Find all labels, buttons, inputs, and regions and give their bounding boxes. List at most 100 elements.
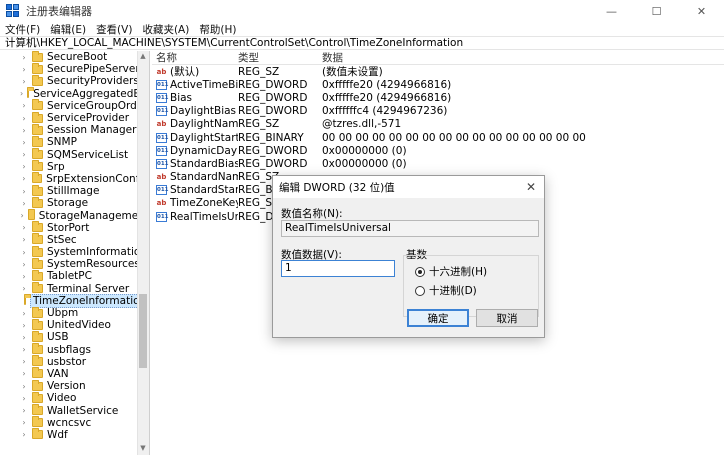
expand-chevron-icon[interactable]: › (20, 187, 28, 196)
expand-chevron-icon[interactable]: › (20, 248, 28, 257)
expand-chevron-icon[interactable]: › (20, 53, 28, 62)
value-data-input[interactable]: 1 (281, 260, 395, 277)
expand-chevron-icon[interactable]: › (20, 114, 28, 123)
tree-item[interactable]: › Storage (0, 196, 149, 209)
expand-chevron-icon[interactable]: › (20, 89, 23, 98)
value-row[interactable]: 011DynamicDaylig...REG_DWORD 0x00000000 (… (152, 144, 724, 157)
tree-item[interactable]: › ServiceAggregatedEver (0, 87, 149, 100)
expand-chevron-icon[interactable]: › (20, 199, 28, 208)
expand-chevron-icon[interactable]: › (20, 235, 28, 244)
tree-item[interactable]: › Version (0, 379, 149, 392)
expand-chevron-icon[interactable]: › (20, 345, 28, 354)
tree-item[interactable]: › ServiceProvider (0, 111, 149, 124)
close-button[interactable]: ✕ (679, 0, 724, 22)
menu-edit[interactable]: 编辑(E) (50, 22, 86, 37)
expand-chevron-icon[interactable]: › (20, 211, 24, 220)
tree-item[interactable]: › StorPort (0, 221, 149, 234)
value-row[interactable]: ab DaylightName REG_SZ @tzres.dll,-571 (152, 118, 724, 131)
expand-chevron-icon[interactable]: › (20, 162, 28, 171)
tree-item[interactable]: › WalletService (0, 404, 149, 417)
scroll-down-icon[interactable]: ▼ (137, 443, 149, 453)
radio-hex[interactable]: 十六进制(H) (415, 264, 487, 279)
menu-view[interactable]: 查看(V) (96, 22, 132, 37)
tree-item[interactable]: › Session Manager (0, 123, 149, 136)
tree-item[interactable]: › SystemResources (0, 257, 149, 270)
tree-item[interactable]: › UnitedVideo (0, 318, 149, 331)
value-name: RealTimeIsUniv... (170, 210, 238, 223)
tree-item[interactable]: › Video (0, 391, 149, 404)
folder-icon (32, 257, 43, 269)
tree-item[interactable]: › wcncsvc (0, 416, 149, 429)
title-bar: 注册表编辑器 — ☐ ✕ (0, 0, 724, 22)
expand-chevron-icon[interactable]: › (20, 394, 28, 403)
menu-file[interactable]: 文件(F) (5, 22, 40, 37)
expand-chevron-icon[interactable]: › (20, 309, 28, 318)
value-name-field[interactable]: RealTimeIsUniversal (281, 220, 539, 237)
ok-button[interactable]: 确定 (407, 309, 469, 327)
expand-chevron-icon[interactable]: › (20, 174, 28, 183)
header-type[interactable]: 类型 (238, 51, 322, 65)
tree-item[interactable]: › SecurityProviders (0, 74, 149, 87)
tree-item[interactable]: TimeZoneInformation (0, 293, 149, 308)
scroll-up-icon[interactable]: ▲ (137, 51, 149, 61)
expand-chevron-icon[interactable]: › (20, 333, 28, 342)
tree-item[interactable]: › usbflags (0, 343, 149, 356)
tree-scrollbar-thumb[interactable] (139, 294, 147, 368)
menu-favorites[interactable]: 收藏夹(A) (142, 22, 189, 37)
tree-item[interactable]: › Wdf (0, 428, 149, 441)
value-row[interactable]: 011 DaylightBias REG_DWORD 0xffffffc4 (4294… (152, 105, 724, 118)
tree-item[interactable]: › Ubpm (0, 306, 149, 319)
expand-chevron-icon[interactable]: › (20, 321, 28, 330)
tree-item[interactable]: › StSec (0, 233, 149, 246)
registry-tree[interactable]: › SecureBoot › SecurePipeServers › SecurityPr… (0, 51, 150, 455)
value-row[interactable]: 011 DaylightStart REG_BINARY 00 00 00 00 00… (152, 131, 724, 144)
expand-chevron-icon[interactable]: › (20, 406, 28, 415)
maximize-button[interactable]: ☐ (634, 0, 679, 22)
expand-chevron-icon[interactable]: › (20, 430, 28, 439)
address-bar[interactable]: 计算机\HKEY_LOCAL_MACHINE\SYSTEM\CurrentCon… (0, 36, 724, 50)
tree-item[interactable]: › TabletPC (0, 269, 149, 282)
expand-chevron-icon[interactable]: › (20, 150, 28, 159)
tree-scrollbar[interactable] (137, 51, 149, 455)
tree-item[interactable]: › StorageManagement (0, 209, 149, 222)
expand-chevron-icon[interactable]: › (20, 357, 28, 366)
minimize-button[interactable]: — (589, 0, 634, 22)
expand-chevron-icon[interactable]: › (20, 418, 28, 427)
expand-chevron-icon[interactable]: › (20, 260, 28, 269)
value-row[interactable]: 011 StandardBias REG_DWORD 0x00000000 (0) (152, 157, 724, 170)
value-row[interactable]: 011 Bias REG_DWORD 0xfffffe20 (4294966816) (152, 91, 724, 104)
radio-hex-indicator[interactable] (415, 266, 425, 277)
expand-chevron-icon[interactable]: › (20, 272, 28, 281)
expand-chevron-icon[interactable]: › (20, 284, 28, 293)
tree-item[interactable]: › SQMServiceList (0, 148, 149, 161)
dialog-close-icon[interactable]: ✕ (526, 180, 536, 194)
tree-item[interactable]: › SecureBoot (0, 51, 149, 63)
expand-chevron-icon[interactable]: › (20, 77, 28, 86)
expand-chevron-icon[interactable]: › (20, 126, 28, 135)
header-name[interactable]: 名称 (152, 51, 238, 65)
radio-dec[interactable]: 十进制(D) (415, 283, 477, 298)
header-data[interactable]: 数据 (322, 51, 724, 65)
tree-item[interactable]: › SNMP (0, 135, 149, 148)
tree-item[interactable]: › usbstor (0, 355, 149, 368)
expand-chevron-icon[interactable]: › (20, 138, 28, 147)
tree-item[interactable]: › SrpExtensionConfig (0, 172, 149, 185)
tree-item[interactable]: › StillImage (0, 184, 149, 197)
menu-help[interactable]: 帮助(H) (199, 22, 236, 37)
expand-chevron-icon[interactable]: › (20, 382, 28, 391)
cancel-button[interactable]: 取消 (476, 309, 538, 327)
tree-item[interactable]: › ServiceGroupOrder (0, 99, 149, 112)
expand-chevron-icon[interactable]: › (20, 101, 28, 110)
value-row[interactable]: 011ActiveTimeBiasREG_DWORD 0xfffffe20 (42… (152, 78, 724, 91)
radio-dec-indicator[interactable] (415, 285, 425, 296)
value-name-cell: 011 DaylightBias (152, 105, 238, 117)
tree-item[interactable]: › USB (0, 330, 149, 343)
tree-item[interactable]: › Srp (0, 160, 149, 173)
expand-chevron-icon[interactable]: › (20, 65, 28, 74)
expand-chevron-icon[interactable]: › (20, 369, 28, 378)
expand-chevron-icon[interactable]: › (20, 223, 28, 232)
tree-item[interactable]: › VAN (0, 367, 149, 380)
tree-item[interactable]: › SecurePipeServers (0, 62, 149, 75)
tree-item[interactable]: › SystemInformation (0, 245, 149, 258)
value-row[interactable]: ab (默认) REG_SZ (数值未设置) (152, 65, 724, 79)
